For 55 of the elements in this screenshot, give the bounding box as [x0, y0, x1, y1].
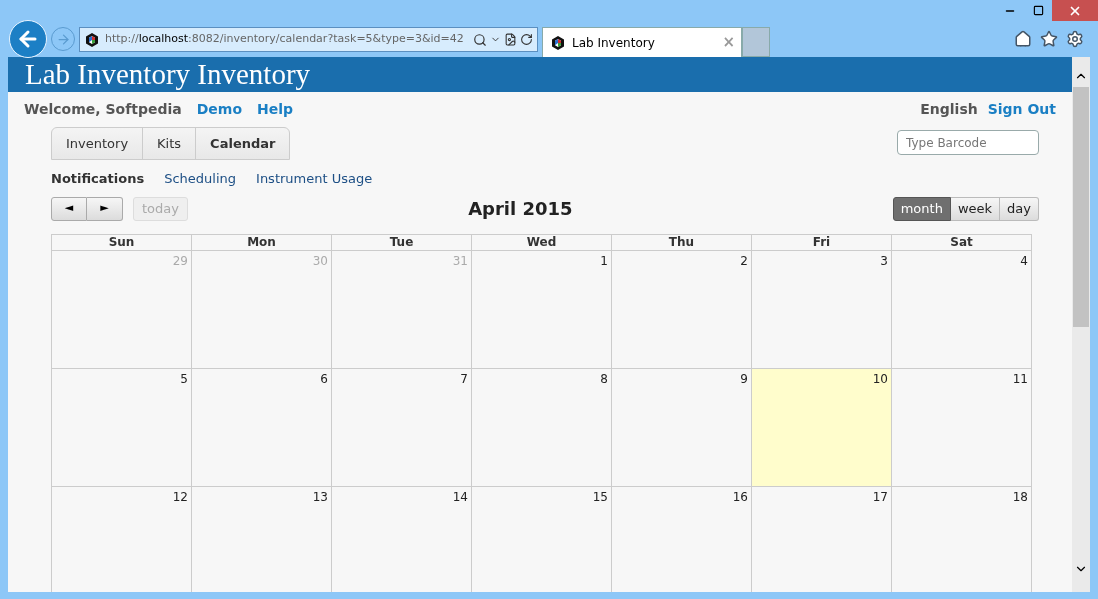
- page-title: Lab Inventory Inventory: [25, 60, 311, 89]
- day-cell[interactable]: 12: [52, 487, 192, 592]
- sign-out-link[interactable]: Sign Out: [987, 98, 1056, 120]
- weekday-header: Tue: [332, 235, 472, 251]
- maximize-icon: [1032, 5, 1044, 16]
- day-cell[interactable]: 5: [52, 369, 192, 487]
- favorites-icon[interactable]: [1040, 30, 1058, 48]
- day-cell[interactable]: 6: [192, 369, 332, 487]
- site-logo-icon: [84, 31, 100, 48]
- sub-nav-link[interactable]: Notifications: [51, 168, 145, 189]
- nav-link[interactable]: Demo: [196, 98, 243, 120]
- search-icon[interactable]: [473, 32, 487, 47]
- day-cell[interactable]: 17: [752, 487, 892, 592]
- site-logo-icon: [550, 34, 566, 51]
- day-cell[interactable]: 7: [332, 369, 472, 487]
- weekday-header: Sun: [52, 235, 192, 251]
- day-cell[interactable]: 13: [192, 487, 332, 592]
- home-icon[interactable]: [1014, 30, 1032, 48]
- weekday-header: Thu: [612, 235, 752, 251]
- day-cell[interactable]: 4: [892, 251, 1032, 369]
- day-cell[interactable]: 16: [612, 487, 752, 592]
- weekday-header: Fri: [752, 235, 892, 251]
- url-text: http://localhost:8082/inventory/calendar?task=5&type=3&id=42: [105, 31, 464, 48]
- day-cell[interactable]: 10: [752, 369, 892, 487]
- settings-icon[interactable]: [1066, 30, 1084, 48]
- browser-tab[interactable]: Lab Inventory ×: [542, 27, 742, 57]
- calendar-title: April 2015: [467, 197, 574, 221]
- day-cell[interactable]: 1: [472, 251, 612, 369]
- day-cell[interactable]: 11: [892, 369, 1032, 487]
- day-cell[interactable]: 2: [612, 251, 752, 369]
- nav-link[interactable]: Help: [257, 98, 294, 120]
- barcode-field[interactable]: Type Barcode: [897, 130, 1039, 155]
- back-button[interactable]: [9, 20, 47, 58]
- weekday-header: Sat: [892, 235, 1032, 251]
- welcome-text: Welcome, Softpedia: [24, 99, 182, 119]
- view-button[interactable]: week: [950, 196, 1001, 221]
- main-tab[interactable]: Calendar: [195, 128, 290, 159]
- sub-nav-link[interactable]: Scheduling: [164, 168, 237, 189]
- day-cell[interactable]: 14: [332, 487, 472, 592]
- weekday-header: Mon: [192, 235, 332, 251]
- day-cell[interactable]: 18: [892, 487, 1032, 592]
- address-bar[interactable]: http://localhost:8082/inventory/calendar?task=5&type=3&id=42: [79, 27, 538, 52]
- next-button[interactable]: ►: [87, 196, 123, 221]
- refresh-icon[interactable]: [520, 33, 533, 46]
- sub-nav-link[interactable]: Instrument Usage: [256, 168, 373, 189]
- weekday-header: Wed: [472, 235, 612, 251]
- view-button[interactable]: month: [892, 196, 951, 221]
- previous-button[interactable]: ◄: [51, 196, 87, 221]
- view-button[interactable]: day: [1000, 196, 1039, 221]
- scrollbar[interactable]: [1072, 57, 1090, 592]
- day-cell[interactable]: 8: [472, 369, 612, 487]
- main-tab[interactable]: Kits: [142, 128, 196, 159]
- day-cell[interactable]: 15: [472, 487, 612, 592]
- main-tab[interactable]: Inventory: [52, 128, 143, 159]
- language-text: English: [920, 99, 978, 119]
